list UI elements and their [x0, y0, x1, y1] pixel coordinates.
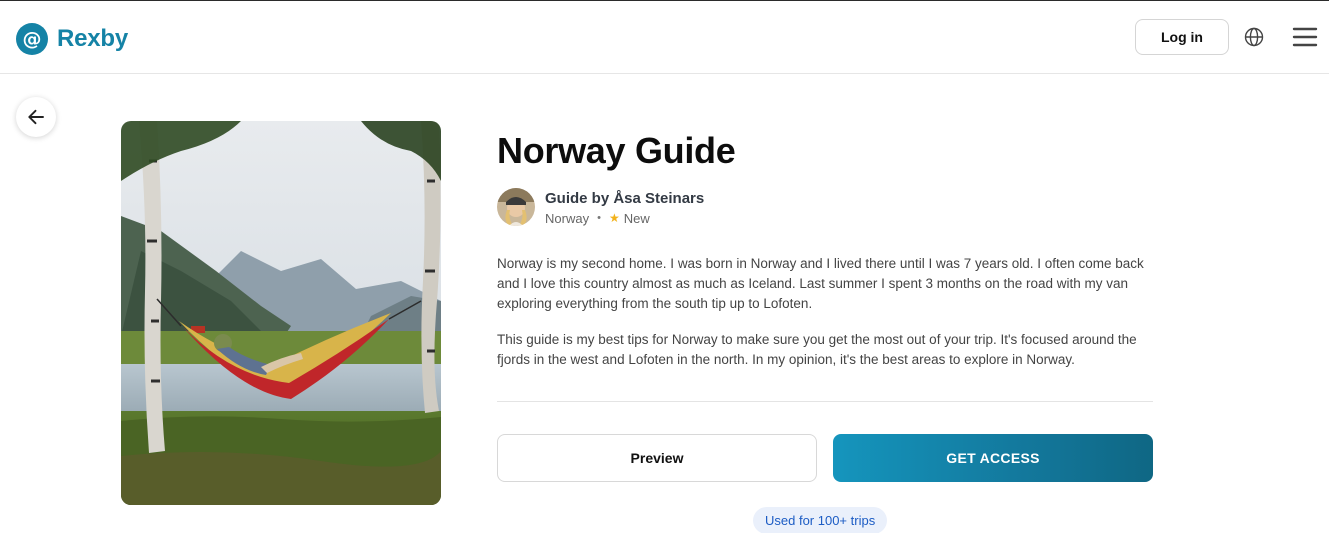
- guide-meta: Norway • ★ New: [545, 211, 704, 226]
- arrow-left-icon: [28, 109, 44, 125]
- rexby-logo-text: Rexby: [57, 25, 129, 52]
- guide-location: Norway: [545, 210, 590, 226]
- section-divider: [497, 401, 1153, 402]
- guide-title: Norway Guide: [497, 130, 736, 171]
- star-icon: ★: [608, 211, 620, 225]
- language-button[interactable]: [1243, 26, 1265, 48]
- globe-icon: [1244, 27, 1264, 47]
- description-paragraph: Norway is my second home. I was born in …: [497, 256, 1144, 311]
- rexby-logo-icon: @: [16, 23, 48, 55]
- back-button[interactable]: [16, 97, 56, 137]
- guide-cover-image: [121, 121, 441, 505]
- usage-badge: Used for 100+ trips: [753, 507, 888, 533]
- guide-author[interactable]: Guide by Åsa Steinars Norway • ★ New: [497, 188, 704, 226]
- author-name[interactable]: Guide by Åsa Steinars: [545, 189, 704, 208]
- meta-separator: •: [597, 212, 601, 224]
- rexby-logo-link[interactable]: @ Rexby: [16, 23, 128, 55]
- preview-button[interactable]: Preview: [497, 434, 817, 482]
- author-avatar: [497, 188, 535, 226]
- main-menu-button[interactable]: [1291, 24, 1319, 50]
- hamburger-menu-icon: [1292, 27, 1318, 47]
- login-button[interactable]: Log in: [1135, 19, 1229, 55]
- description-paragraph: This guide is my best tips for Norway to…: [497, 332, 1137, 367]
- guide-description: Norway is my second home. I was born in …: [497, 254, 1153, 386]
- get-access-button[interactable]: GET ACCESS: [833, 434, 1153, 482]
- guide-status: New: [623, 210, 650, 226]
- site-header: @ Rexby Log in: [0, 1, 1329, 74]
